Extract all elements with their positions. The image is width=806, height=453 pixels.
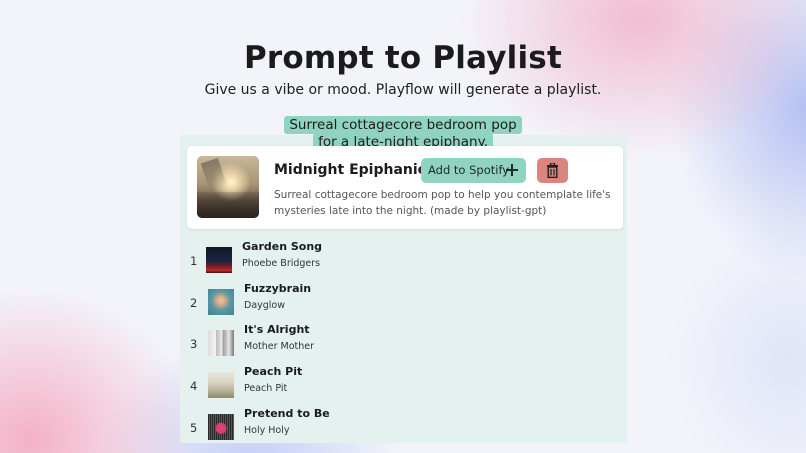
track-artist: Holy Holy xyxy=(244,425,290,436)
track-artist: Phoebe Bridgers xyxy=(242,258,321,269)
track-title: Fuzzybrain xyxy=(244,282,312,295)
track-artist: Peach Pit xyxy=(244,383,288,394)
track-row[interactable]: 1 Garden Song Phoebe Bridgers xyxy=(180,240,627,280)
add-to-spotify-label: Add to Spotify xyxy=(428,163,510,177)
track-row[interactable]: 4 Peach Pit Peach Pit xyxy=(180,365,627,405)
track-title: Peach Pit xyxy=(244,365,303,378)
track-number: 2 xyxy=(190,296,198,310)
track-row[interactable]: 5 Pretend to Be Holy Holy xyxy=(180,407,627,447)
delete-playlist-button[interactable] xyxy=(537,158,568,183)
trash-icon xyxy=(547,163,558,178)
playlist-name: Midnight Epiphanies xyxy=(274,162,436,178)
track-artist: Mother Mother xyxy=(244,341,315,352)
playlist-description: Surreal cottagecore bedroom pop to help … xyxy=(274,189,611,217)
page-title: Prompt to Playlist xyxy=(244,40,562,76)
plus-icon xyxy=(506,164,518,176)
track-title: It's Alright xyxy=(244,323,310,336)
track-number: 1 xyxy=(190,254,198,268)
add-to-spotify-button[interactable]: Add to Spotify xyxy=(421,158,526,183)
album-art xyxy=(208,372,234,398)
page-subtitle: Give us a vibe or mood. Playflow will ge… xyxy=(204,82,602,98)
playlist-cover-image xyxy=(197,156,259,218)
prompt-line-1: Surreal cottagecore bedroom pop xyxy=(284,116,522,134)
track-number: 3 xyxy=(190,337,198,351)
track-number: 4 xyxy=(190,379,198,393)
playlist-card: Midnight Epiphanies Add to Spotify Surre… xyxy=(187,146,623,229)
track-number: 5 xyxy=(190,421,198,435)
album-art xyxy=(206,247,232,273)
track-title: Garden Song xyxy=(242,240,323,253)
album-art xyxy=(208,289,234,315)
track-row[interactable]: 2 Fuzzybrain Dayglow xyxy=(180,282,627,322)
track-title: Pretend to Be xyxy=(244,407,330,420)
album-art xyxy=(208,414,234,440)
track-artist: Dayglow xyxy=(244,300,286,311)
album-art xyxy=(208,330,234,356)
track-row[interactable]: 3 It's Alright Mother Mother xyxy=(180,323,627,363)
